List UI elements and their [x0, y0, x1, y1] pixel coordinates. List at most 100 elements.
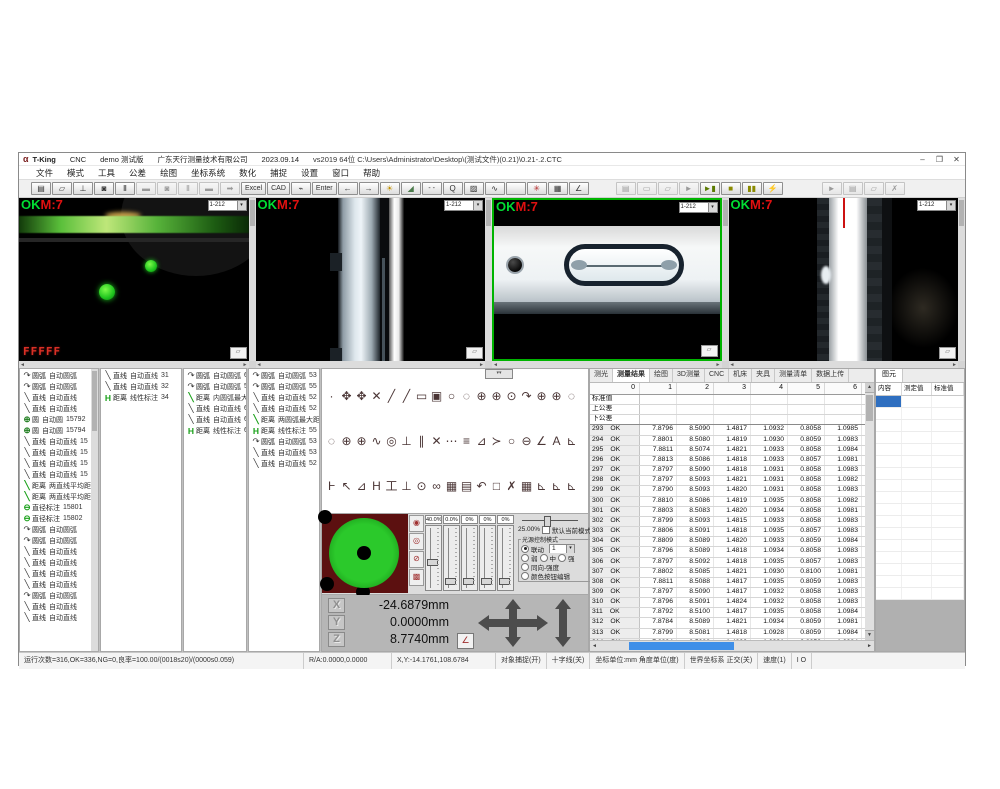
- palette-tool-icon[interactable]: ✕: [369, 389, 384, 403]
- toolbar-excel-button[interactable]: Excel: [241, 182, 266, 195]
- feature-item[interactable]: ╲直线自动直线52: [250, 403, 319, 414]
- toolbar-zoom-out-button[interactable]: - -: [422, 182, 442, 195]
- empty-cell[interactable]: [876, 564, 902, 575]
- toolbar-pattern-button[interactable]: ▨: [464, 182, 484, 195]
- toolbar-probe-button[interactable]: ◙: [94, 182, 114, 195]
- menu-item-2[interactable]: 工具: [91, 167, 122, 179]
- camera-hscrollbar[interactable]: ◄►: [492, 361, 722, 368]
- empty-cell[interactable]: [876, 576, 902, 587]
- empty-cell[interactable]: [902, 480, 932, 491]
- maximize-button[interactable]: ❐: [931, 155, 948, 164]
- empty-cell[interactable]: [876, 408, 902, 419]
- toolbar-edge-button[interactable]: Ⅱ: [115, 182, 135, 195]
- toolbar-blank-button[interactable]: [506, 182, 526, 195]
- palette-tool-icon[interactable]: ⋯: [444, 434, 459, 448]
- palette-tool-icon[interactable]: ⊾: [549, 479, 564, 493]
- palette-tool-icon[interactable]: ○: [504, 434, 519, 448]
- palette-tool-icon[interactable]: ↖: [339, 479, 354, 493]
- palette-tool-icon[interactable]: ⊾: [564, 434, 579, 448]
- list-item[interactable]: [876, 504, 964, 516]
- feature-item[interactable]: ╲直线自动直线52: [250, 458, 319, 469]
- palette-tool-icon[interactable]: ⊿: [474, 434, 489, 448]
- slider-track[interactable]: [479, 525, 496, 591]
- palette-tool-icon[interactable]: ∞: [429, 479, 444, 493]
- toolbar-magnifier-button[interactable]: Q: [443, 182, 463, 195]
- camera-grip-icon[interactable]: ▱: [230, 347, 247, 359]
- table-row[interactable]: 301OK7.88038.50831.48201.09340.80581.098…: [590, 507, 865, 517]
- feature-item[interactable]: H距离线性标注66: [185, 425, 246, 436]
- palette-tool-icon[interactable]: A: [549, 434, 564, 448]
- xy-jog-control-vertical[interactable]: [509, 609, 517, 637]
- empty-cell[interactable]: [932, 516, 964, 527]
- list-item[interactable]: [876, 456, 964, 468]
- feature-item[interactable]: ↷圆弧自动圆弧55: [250, 381, 319, 392]
- list-item[interactable]: [876, 588, 964, 600]
- selected-cell[interactable]: [876, 396, 902, 407]
- feature-item[interactable]: ↷圆弧自动圆弧55: [185, 381, 246, 392]
- palette-tool-icon[interactable]: ⊕: [474, 389, 489, 403]
- palette-tool-icon[interactable]: ↶: [474, 479, 489, 493]
- palette-tool-icon[interactable]: ∿: [369, 434, 384, 448]
- light-channel-slider-0[interactable]: 40.0%: [425, 515, 442, 594]
- camera-grip-icon[interactable]: ▱: [939, 347, 956, 359]
- feature-item[interactable]: ⊖直径标注15801: [21, 502, 91, 513]
- feature-item[interactable]: ↷圆弧自动圆弧65: [185, 370, 246, 381]
- empty-cell[interactable]: [902, 420, 932, 431]
- feature-item[interactable]: ╲直线自动直线: [21, 403, 91, 414]
- empty-cell[interactable]: [902, 504, 932, 515]
- toolbar-image-button[interactable]: ◢: [401, 182, 421, 195]
- slider-track[interactable]: [425, 525, 442, 591]
- palette-tool-icon[interactable]: ▣: [429, 389, 444, 403]
- light-tool-icon-1[interactable]: ◎: [409, 533, 424, 550]
- light-channel-slider-1[interactable]: 0.0%: [443, 515, 460, 594]
- list-item[interactable]: [876, 420, 964, 432]
- camera-grip-icon[interactable]: ▱: [701, 345, 718, 357]
- light-tool-icon-2[interactable]: ⊘: [409, 551, 424, 568]
- camera-viewport-3-selected[interactable]: OKM:7 1-212▾ ▱ ◄►: [492, 198, 729, 368]
- camera-range-select[interactable]: 1-212▾: [917, 200, 956, 211]
- slider-thumb[interactable]: [427, 559, 438, 566]
- feature-item[interactable]: ╲距离两直线平均距离: [21, 480, 91, 491]
- feature-item[interactable]: H距离线性标注34: [102, 392, 181, 403]
- results-tab[interactable]: 测量清单: [775, 369, 812, 382]
- list-item[interactable]: [876, 468, 964, 480]
- feature-list-scrollbar[interactable]: [91, 369, 98, 651]
- palette-tool-icon[interactable]: ∥: [414, 434, 429, 448]
- empty-cell[interactable]: [902, 528, 932, 539]
- feature-item[interactable]: ╲直线自动直线: [21, 568, 91, 579]
- menu-item-6[interactable]: 数化: [232, 167, 263, 179]
- empty-cell[interactable]: [902, 516, 932, 527]
- palette-tool-icon[interactable]: ⊥: [399, 479, 414, 493]
- empty-cell[interactable]: [902, 432, 932, 443]
- feature-item[interactable]: ╲距离内圆弧最大距: [185, 392, 246, 403]
- palette-tool-icon[interactable]: Ⱶ: [324, 479, 339, 493]
- feature-item[interactable]: ╲直线自动直线: [21, 612, 91, 623]
- direction-intensity-radio[interactable]: [521, 563, 529, 571]
- empty-cell[interactable]: [876, 432, 902, 443]
- empty-cell[interactable]: [902, 396, 932, 407]
- results-tab[interactable]: 测量结果: [613, 369, 650, 382]
- results-tab[interactable]: 绘图: [650, 369, 673, 382]
- toolbar-pause-button[interactable]: ▮▮: [742, 182, 762, 195]
- level-radio[interactable]: [558, 554, 566, 562]
- toolbar-back-button[interactable]: ←: [338, 182, 358, 195]
- empty-cell[interactable]: [902, 492, 932, 503]
- table-row[interactable]: 310OK7.87968.50911.48241.09320.80581.098…: [590, 598, 865, 608]
- table-row[interactable]: 298OK7.87978.50931.48211.09310.80581.098…: [590, 476, 865, 486]
- camera-viewport-2[interactable]: OKM:7 1-212▾ ▱ ◄►: [256, 198, 493, 368]
- feature-item[interactable]: ╲直线自动直线15: [21, 447, 91, 458]
- feature-item[interactable]: ╲直线自动直线15: [21, 469, 91, 480]
- results-tab[interactable]: 测光: [590, 369, 613, 382]
- palette-tool-icon[interactable]: ▦: [519, 479, 534, 493]
- empty-cell[interactable]: [876, 516, 902, 527]
- toolbar-matrix-button[interactable]: ▦: [548, 182, 568, 195]
- empty-cell[interactable]: [932, 396, 964, 407]
- table-row[interactable]: 304OK7.88098.50891.48201.09330.80591.098…: [590, 537, 865, 547]
- camera-hscrollbar[interactable]: ◄►: [19, 361, 249, 368]
- feature-item[interactable]: ↷圆弧自动圆弧53: [250, 370, 319, 381]
- feature-item[interactable]: ⊕圆自动圆15792: [21, 414, 91, 425]
- palette-tool-icon[interactable]: ◌: [564, 389, 579, 403]
- elements-tab[interactable]: 图元: [876, 369, 903, 382]
- results-tab[interactable]: 数据上传: [812, 369, 849, 382]
- feature-item[interactable]: ╲直线自动直线: [21, 579, 91, 590]
